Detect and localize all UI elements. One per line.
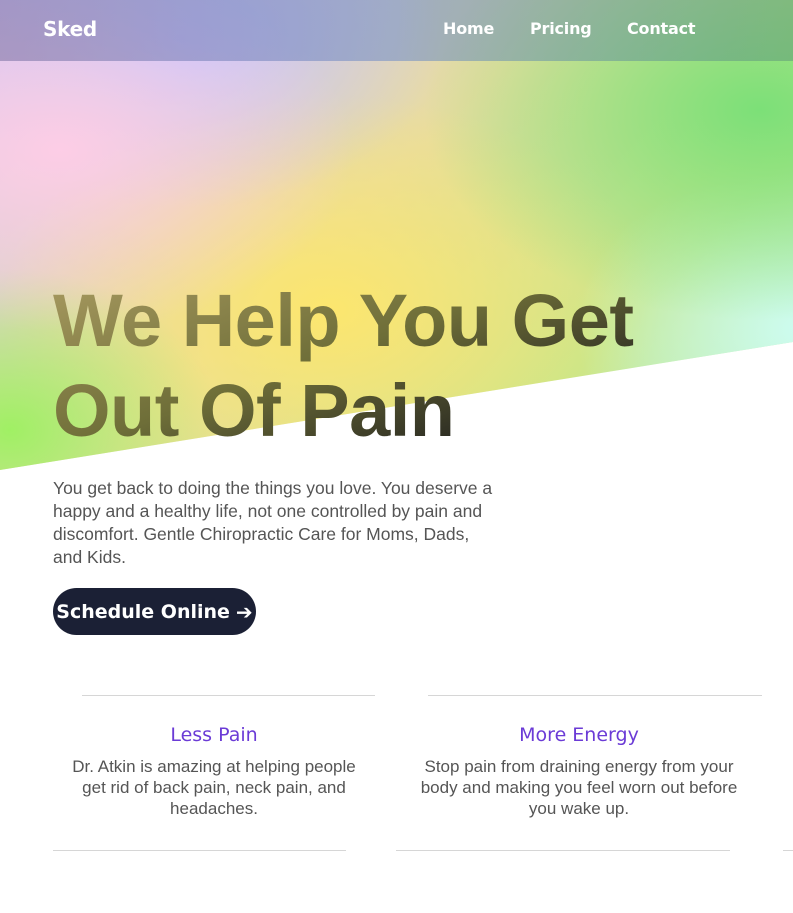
schedule-online-label: Schedule Online <box>56 600 230 623</box>
divider-top-left <box>82 695 375 696</box>
feature-title: Less Pain <box>170 724 258 746</box>
hero-headline: We Help You Get Out Of Pain <box>53 276 793 456</box>
divider-bottom-left <box>53 850 346 851</box>
top-navbar: Sked Home Pricing Contact <box>0 0 793 61</box>
feature-card-more-energy: More Energy Stop pain from draining ener… <box>418 724 740 819</box>
hero-headline-line-2: Out Of Pain <box>53 369 455 452</box>
feature-card-less-pain: Less Pain Dr. Atkin is amazing at helpin… <box>64 724 364 819</box>
divider-bottom-edge <box>783 850 793 851</box>
nav-link-home[interactable]: Home <box>443 19 494 38</box>
divider-top-right <box>428 695 762 696</box>
nav-link-contact[interactable]: Contact <box>627 19 696 38</box>
divider-bottom-right <box>396 850 730 851</box>
feature-text: Dr. Atkin is amazing at helping people g… <box>72 757 356 818</box>
feature-title: More Energy <box>519 724 639 746</box>
hero-headline-line-1: We Help You Get <box>53 279 634 362</box>
arrow-right-icon: ➔ <box>235 599 253 624</box>
hero-subtext: You get back to doing the things you lov… <box>53 478 493 567</box>
feature-text: Stop pain from draining energy from your… <box>420 757 738 818</box>
nav-link-pricing[interactable]: Pricing <box>530 19 592 38</box>
nav-links: Home Pricing Contact <box>0 19 793 43</box>
schedule-online-button[interactable]: Schedule Online ➔ <box>53 588 256 635</box>
